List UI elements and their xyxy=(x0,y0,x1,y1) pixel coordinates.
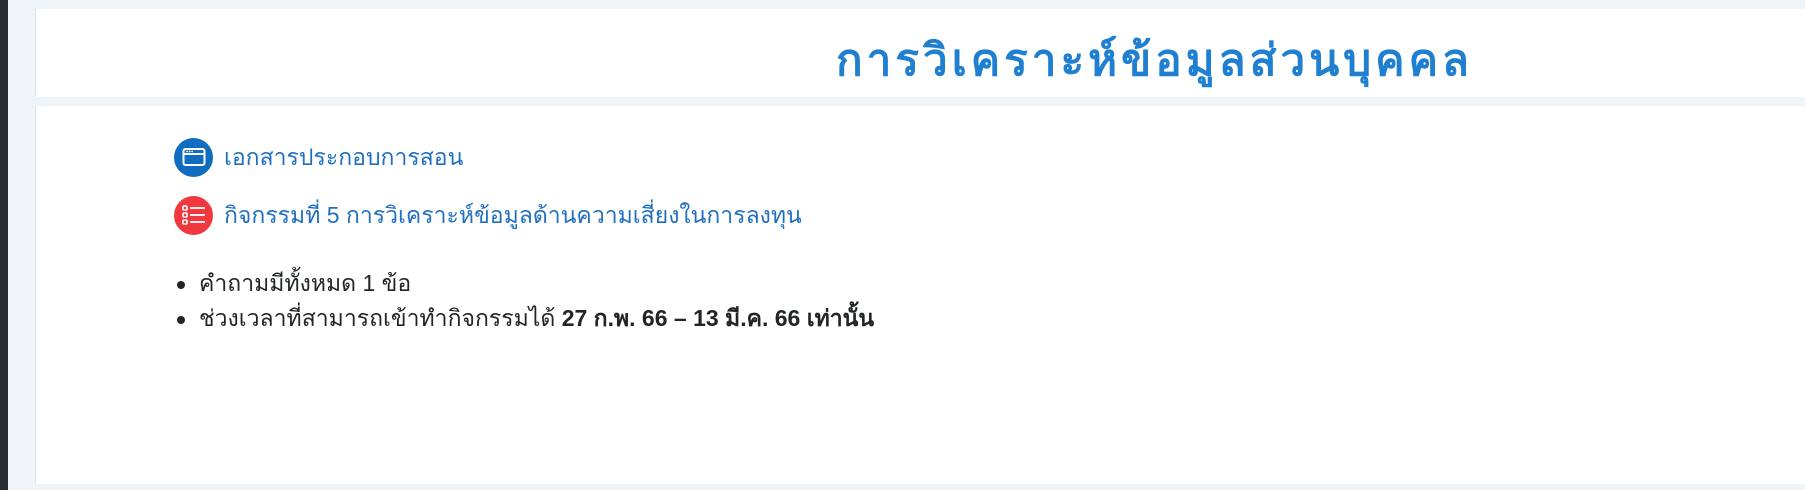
left-edge-strip xyxy=(0,0,8,490)
time-window-dates: 27 ก.พ. 66 – 13 มี.ค. 66 เท่านั้น xyxy=(561,305,875,331)
activity-info-list: คำถามมีทั้งหมด 1 ข้อ ช่วงเวลาที่สามารถเข… xyxy=(174,266,874,336)
list-item-question-count: คำถามมีทั้งหมด 1 ข้อ xyxy=(174,266,874,301)
checklist-icon xyxy=(174,195,213,235)
activity-resource-label: เอกสารประกอบการสอน xyxy=(224,144,464,170)
browser-window-icon xyxy=(174,137,213,177)
activity-resource-link[interactable]: เอกสารประกอบการสอน xyxy=(174,137,463,177)
activity-quiz-label: กิจกรรมที่ 5 การวิเคราะห์ข้อมูลด้านความเ… xyxy=(224,202,802,228)
activity-quiz-link[interactable]: กิจกรรมที่ 5 การวิเคราะห์ข้อมูลด้านความเ… xyxy=(174,195,802,235)
section-header: การวิเคราะห์ข้อมูลส่วนบุคคล xyxy=(35,9,1805,97)
page-title: การวิเคราะห์ข้อมูลส่วนบุคคล xyxy=(836,36,1474,85)
list-item-time-window: ช่วงเวลาที่สามารถเข้าทำกิจกรรมได้ 27 ก.พ… xyxy=(174,301,874,336)
time-window-prefix: ช่วงเวลาที่สามารถเข้าทำกิจกรรมได้ xyxy=(199,305,556,331)
page-viewport: การวิเคราะห์ข้อมูลส่วนบุคคล เอกสารประกอบ… xyxy=(0,0,1805,490)
question-count-text: คำถามมีทั้งหมด 1 ข้อ xyxy=(199,270,412,296)
section-content: เอกสารประกอบการสอน กิจกรรมที่ 5 การวิเคร… xyxy=(35,106,1805,484)
